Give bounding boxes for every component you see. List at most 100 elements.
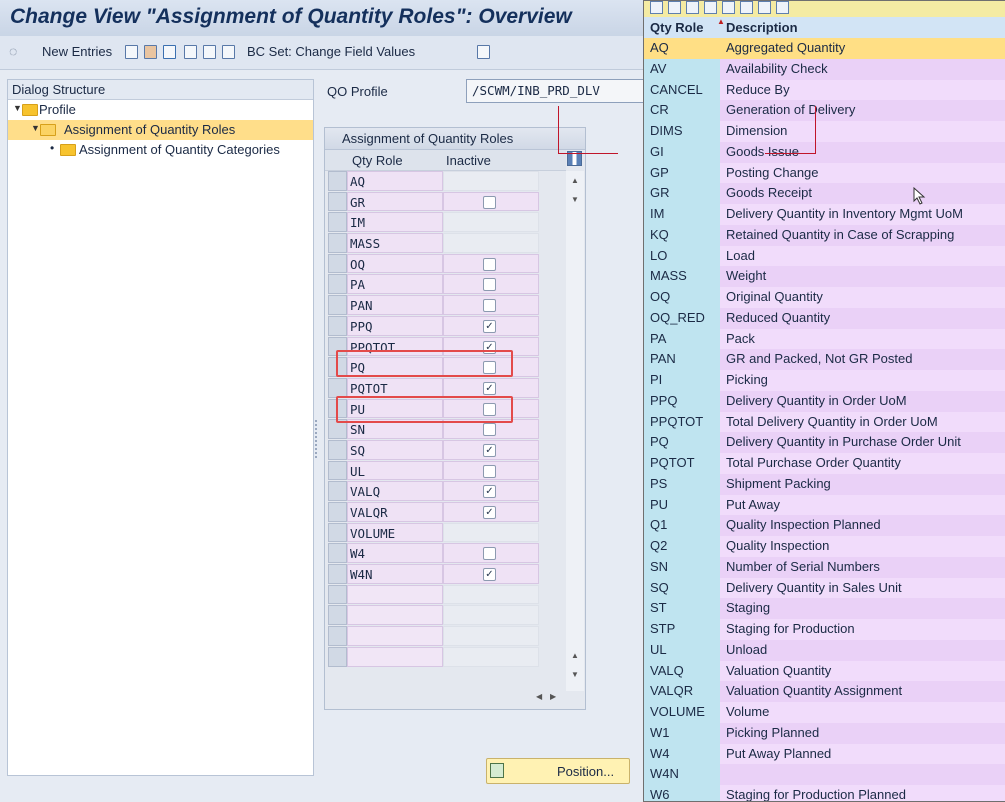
popup-list-item[interactable]: OQ Original Quantity (644, 287, 1005, 308)
popup-list-item[interactable]: SQ Delivery Quantity in Sales Unit (644, 577, 1005, 599)
qty-role-cell[interactable]: IM (347, 212, 443, 233)
qty-role-cell[interactable]: PAN (347, 295, 443, 315)
table-row[interactable]: VALQR ✓ (325, 502, 566, 523)
table-row[interactable]: W4 (325, 543, 566, 564)
table-row[interactable] (325, 605, 566, 626)
scroll-right-icon[interactable]: ▶ (550, 692, 556, 701)
qty-role-cell[interactable]: VOLUME (347, 522, 443, 543)
table-row[interactable] (325, 646, 566, 668)
check-icon[interactable] (650, 1, 663, 14)
qty-role-cell[interactable]: OQ (347, 253, 443, 274)
popup-list-item[interactable]: PQTOT Total Purchase Order Quantity (644, 453, 1005, 474)
row-selector[interactable] (328, 253, 347, 274)
popup-list-item[interactable]: CANCEL Reduce By (644, 79, 1005, 101)
qty-role-cell[interactable]: PPQ (347, 315, 443, 336)
scroll-up-icon[interactable]: ▲ (571, 176, 579, 185)
table-row[interactable]: PAN (325, 295, 566, 316)
row-selector[interactable] (328, 522, 347, 543)
row-selector[interactable] (328, 605, 347, 626)
popup-list-item[interactable]: PI Picking (644, 370, 1005, 391)
popup-column-description[interactable]: Description (726, 20, 798, 35)
row-selector[interactable] (328, 212, 347, 233)
popup-list-item[interactable]: VALQR Valuation Quantity Assignment (644, 681, 1005, 702)
row-selector[interactable] (328, 191, 347, 212)
qty-role-cell[interactable]: W4N (347, 564, 443, 584)
inactive-checkbox[interactable] (483, 464, 496, 478)
qty-role-cell[interactable] (347, 605, 443, 626)
row-selector[interactable] (328, 584, 347, 605)
row-selector[interactable] (328, 439, 347, 460)
popup-list-item[interactable]: SN Number of Serial Numbers (644, 556, 1005, 578)
expand-triangle-icon[interactable]: ▼ (31, 123, 40, 133)
popup-list-item[interactable]: UL Unload (644, 639, 1005, 661)
scroll-up-icon[interactable]: ▲ (571, 651, 579, 660)
row-selector[interactable] (328, 543, 347, 564)
row-selector[interactable] (328, 233, 347, 253)
inactive-checkbox[interactable]: ✓ (483, 319, 496, 333)
print-icon[interactable] (776, 1, 789, 14)
row-selector[interactable] (328, 626, 347, 646)
row-selector[interactable] (328, 315, 347, 336)
popup-list-item[interactable]: AV Availability Check (644, 58, 1005, 80)
qty-role-cell[interactable]: VALQ (347, 481, 443, 501)
tree-item-assignment-of-quantity-roles[interactable]: ▼ Assignment of Quantity Roles (8, 120, 313, 140)
splitter-handle[interactable] (315, 420, 318, 458)
inactive-checkbox[interactable]: ✓ (483, 485, 496, 499)
popup-list-item[interactable]: ST Staging (644, 598, 1005, 619)
row-selector[interactable] (328, 171, 347, 191)
qty-role-cell[interactable]: PA (347, 274, 443, 295)
popup-list-item[interactable]: PQ Delivery Quantity in Purchase Order Un… (644, 432, 1005, 453)
table-horizontal-scrollbar[interactable]: ◀ ▶ (443, 690, 566, 706)
settings-icon[interactable] (758, 1, 771, 14)
row-selector[interactable] (328, 481, 347, 501)
inactive-checkbox[interactable] (483, 195, 496, 209)
select-block-icon[interactable] (203, 45, 216, 59)
popup-list-item[interactable]: Q2 Quality Inspection (644, 536, 1005, 557)
bc-set-icon[interactable] (477, 45, 490, 59)
popup-list-item[interactable]: PAN GR and Packed, Not GR Posted (644, 349, 1005, 370)
delete-icon[interactable] (144, 45, 157, 59)
popup-list-item[interactable]: KQ Retained Quantity in Case of Scrapping (644, 224, 1005, 246)
table-row[interactable]: PPQ ✓ (325, 315, 566, 337)
tree-item-assignment-of-quantity-categories[interactable]: • Assignment of Quantity Categories (8, 140, 313, 160)
popup-list-item[interactable]: PU Put Away (644, 494, 1005, 516)
bc-set-button[interactable]: BC Set: Change Field Values (247, 44, 415, 59)
popup-list-item[interactable]: W4 Put Away Planned (644, 743, 1005, 765)
table-row[interactable]: W4N ✓ (325, 564, 566, 585)
qty-role-cell[interactable]: AQ (347, 171, 443, 191)
scroll-left-icon[interactable]: ◀ (536, 692, 542, 701)
scroll-down-icon[interactable]: ▼ (571, 670, 579, 679)
popup-list-item[interactable]: IM Delivery Quantity in Inventory Mgmt Uo… (644, 204, 1005, 225)
qty-role-cell[interactable] (347, 626, 443, 646)
row-selector[interactable] (328, 377, 347, 398)
inactive-checkbox[interactable] (483, 299, 496, 313)
new-entries-button[interactable]: New Entries (42, 44, 112, 59)
filter-icon[interactable] (704, 1, 717, 14)
glasses-icon[interactable]: ◌ (9, 43, 17, 59)
qty-role-cell[interactable] (347, 646, 443, 667)
row-selector[interactable] (328, 274, 347, 295)
row-selector[interactable] (328, 564, 347, 584)
popup-list-item[interactable]: AQ Aggregated Quantity (644, 38, 1005, 59)
qty-role-cell[interactable]: VALQR (347, 502, 443, 522)
table-row[interactable] (325, 626, 566, 647)
qty-role-cell[interactable]: PQTOT (347, 377, 443, 398)
undo-icon[interactable] (163, 45, 176, 59)
popup-list-item[interactable]: PPQ Delivery Quantity in Order UoM (644, 390, 1005, 412)
new-icon[interactable] (686, 1, 699, 14)
table-row[interactable]: MASS (325, 233, 566, 254)
find-icon[interactable] (668, 1, 681, 14)
popup-list-item[interactable]: MASS Weight (644, 266, 1005, 287)
popup-list-item[interactable]: GR Goods Receipt (644, 183, 1005, 204)
inactive-checkbox[interactable] (483, 547, 496, 561)
popup-list-item[interactable]: W4N (644, 764, 1005, 785)
row-selector[interactable] (328, 502, 347, 522)
copy-icon[interactable] (125, 45, 138, 59)
sort-icon[interactable] (722, 1, 735, 14)
popup-list-item[interactable]: VOLUME Volume (644, 702, 1005, 723)
popup-list-item[interactable]: DIMS Dimension (644, 121, 1005, 142)
popup-list-item[interactable]: VALQ Valuation Quantity (644, 660, 1005, 682)
tree-item-profile[interactable]: ▼ Profile (8, 100, 313, 120)
table-row[interactable]: VALQ ✓ (325, 481, 566, 502)
table-row[interactable]: IM (325, 212, 566, 233)
